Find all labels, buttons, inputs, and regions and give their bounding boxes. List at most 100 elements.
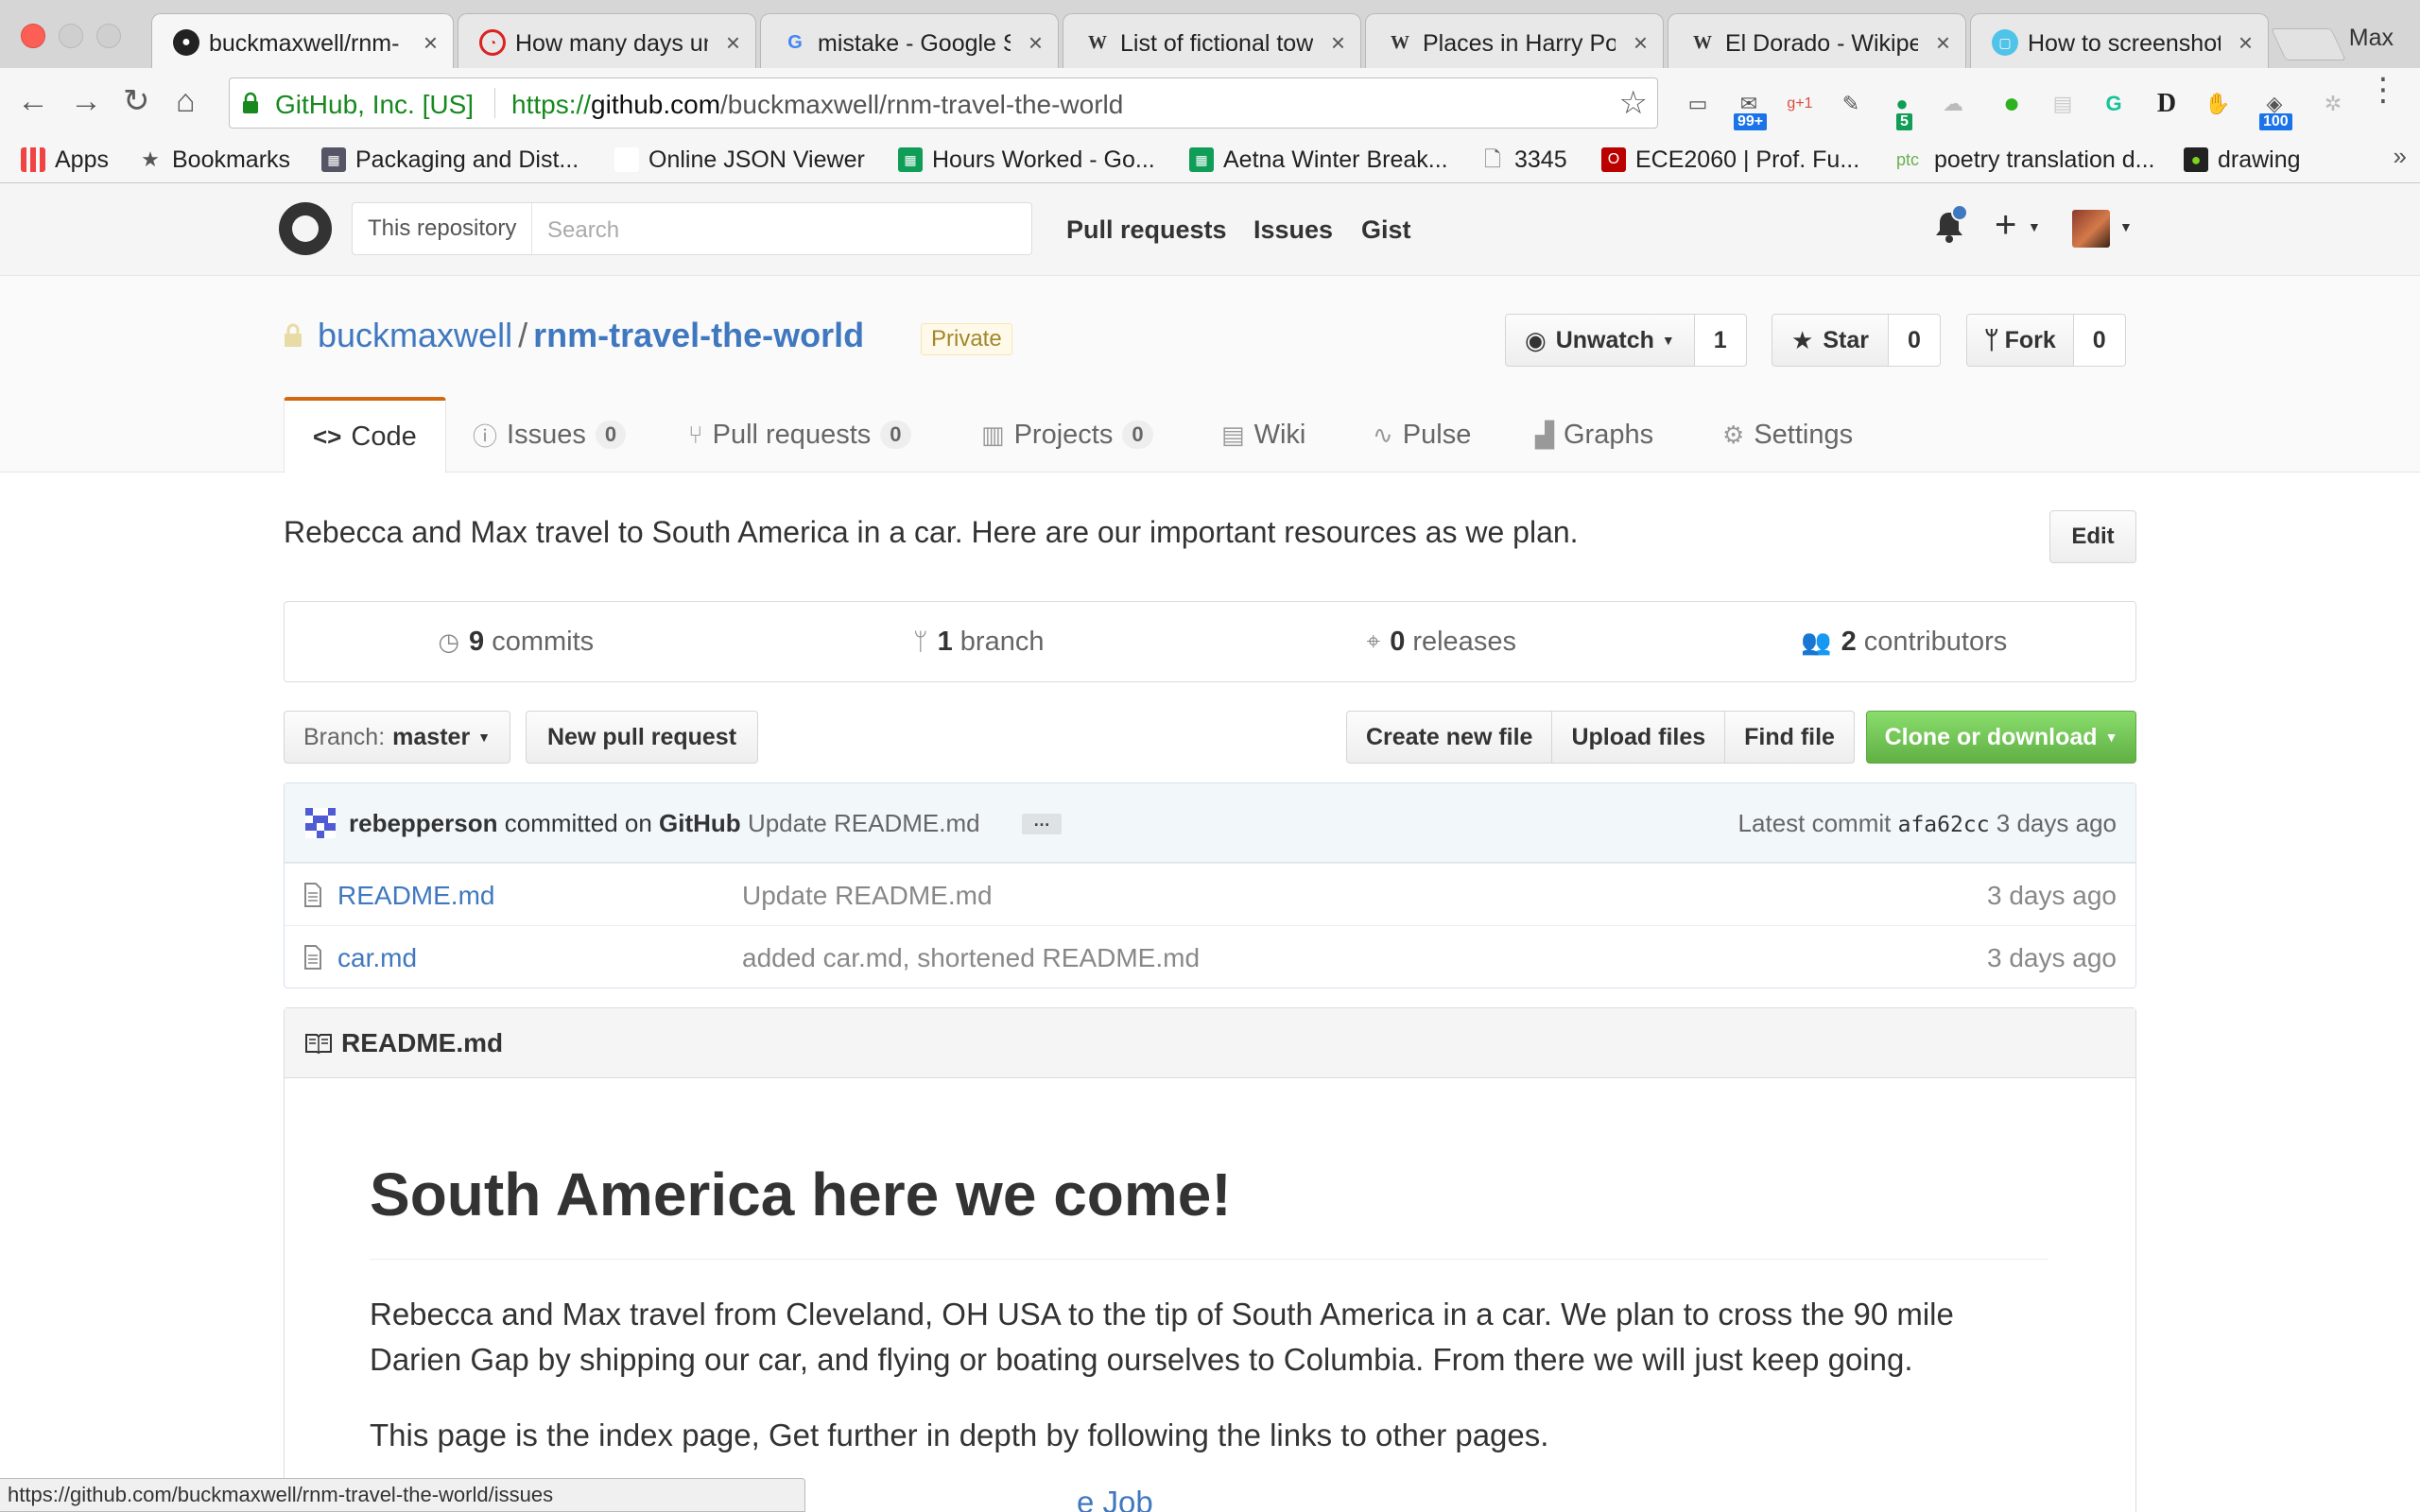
readme-link[interactable]: e Job [1077,1485,1153,1512]
bookmark-apps[interactable]: Apps [21,144,109,176]
branches-link[interactable]: ᛘ 1 branch [748,602,1211,681]
browser-tab-fictional-towns[interactable]: W List of fictional tow × [1063,13,1361,68]
create-new-icon[interactable]: + [1995,206,2016,244]
green-circle-extension-icon[interactable]: ● [1993,85,2031,123]
bookmark-folder[interactable]: ★ Bookmarks [138,144,290,176]
chevron-down-icon[interactable]: ▼ [2028,219,2041,234]
palm-extension-icon[interactable]: ✲ [2314,85,2352,123]
reload-icon[interactable]: ↻ [123,85,150,117]
reader-extension-icon[interactable]: ▤ [2044,85,2082,123]
search-input[interactable]: Search [547,217,619,244]
watch-count[interactable]: 1 [1694,314,1747,367]
cloud-extension-icon[interactable]: ☁ [1934,85,1972,123]
fork-count[interactable]: 0 [2073,314,2126,367]
browser-tab-github[interactable]: ● buckmaxwell/rnm- × [151,13,454,70]
profile-name[interactable]: Max [2349,25,2394,52]
releases-link[interactable]: ⌖ 0 releases [1210,602,1673,681]
file-commit-message-link[interactable]: Update README.md [742,881,993,911]
hangouts-extension-icon[interactable]: ● 5 [1883,85,1921,130]
close-tab-icon[interactable]: × [2238,28,2253,58]
google-plus-extension-icon[interactable]: g+1 [1781,85,1819,123]
tab-code[interactable]: <> Code [284,397,446,473]
nav-gist[interactable]: Gist [1361,215,1411,245]
tab-pulse[interactable]: ∿ Pulse [1373,397,1471,472]
tab-issues[interactable]: ⓘ Issues 0 [473,397,627,472]
bookmark-drawing[interactable]: ● drawing [2184,144,2301,176]
branch-select-button[interactable]: Branch: master ▼ [284,711,511,764]
close-tab-icon[interactable]: × [1028,28,1043,58]
file-name-link[interactable]: README.md [337,881,494,911]
bookmarks-overflow-icon[interactable]: » [2394,142,2407,171]
close-tab-icon[interactable]: × [1936,28,1950,58]
close-tab-icon[interactable]: × [1331,28,1345,58]
browser-menu-icon[interactable]: ⋮ [2367,74,2399,106]
tab-wiki[interactable]: ▤ Wiki [1221,397,1305,472]
forward-arrow-icon[interactable]: → [70,85,102,117]
tab-settings[interactable]: ⚙ Settings [1722,397,1853,472]
commit-author-link[interactable]: rebepperson [349,809,498,837]
unwatch-button[interactable]: ◉ Unwatch ▼ [1505,314,1695,367]
browser-tab-days[interactable]: ◔ How many days un × [458,13,756,68]
bookmark-ece2060[interactable]: O ECE2060 | Prof. Fu... [1601,144,1859,176]
commit-sha-link[interactable]: afa62cc [1898,813,1990,837]
tab-graphs[interactable]: ▟ Graphs [1535,397,1653,472]
url-text[interactable]: https://github.com/buckmaxwell/rnm-trave… [511,90,1123,120]
nav-issues[interactable]: Issues [1253,215,1333,245]
zoom-window-button[interactable] [96,24,121,48]
upload-files-button[interactable]: Upload files [1552,711,1726,764]
fork-button[interactable]: ᛘ Fork [1966,314,2074,367]
repo-name-link[interactable]: rnm-travel-the-world [533,316,864,354]
tab-projects[interactable]: ▥ Projects 0 [981,397,1153,472]
bookmark-aetna[interactable]: ▦ Aetna Winter Break... [1189,144,1448,176]
new-tab-button[interactable] [2271,28,2346,60]
file-name-link[interactable]: car.md [337,943,417,973]
new-pull-request-button[interactable]: New pull request [526,711,759,764]
bookmark-hours-worked[interactable]: ▦ Hours Worked - Go... [898,144,1155,176]
mail-extension-icon[interactable]: ✉ 99+ [1730,85,1768,130]
browser-tab-google[interactable]: G mistake - Google S × [760,13,1059,68]
tab-pull-requests[interactable]: ⑂ Pull requests 0 [688,397,911,472]
cast-icon[interactable]: ▭ [1679,85,1717,123]
search-box[interactable]: This repository Search [352,202,1032,255]
dictionary-extension-icon[interactable]: D [2148,85,2186,123]
user-avatar[interactable] [2072,210,2110,248]
close-tab-icon[interactable]: × [424,28,438,58]
file-commit-message-link[interactable]: added car.md, shortened README.md [742,943,1200,973]
bookmark-packaging[interactable]: ▦ Packaging and Dist... [321,144,579,176]
find-file-button[interactable]: Find file [1725,711,1855,764]
back-arrow-icon[interactable]: ← [17,85,49,117]
ev-certificate-label[interactable]: GitHub, Inc. [US] [275,90,474,120]
clone-or-download-button[interactable]: Clone or download ▼ [1866,711,2136,764]
drawing-icon: ● [2184,147,2208,172]
browser-tab-el-dorado[interactable]: W El Dorado - Wikipe × [1668,13,1966,68]
minimize-window-button[interactable] [59,24,83,48]
close-tab-icon[interactable]: × [726,28,740,58]
tool-extension-icon[interactable]: ✎ [1832,85,1870,123]
create-new-file-button[interactable]: Create new file [1346,711,1553,764]
hand-extension-icon[interactable]: ✋ [2199,85,2237,123]
bookmark-poetry[interactable]: ptc poetry translation d... [1891,144,2154,176]
close-window-button[interactable] [21,24,45,48]
browser-tab-screenshot[interactable]: ▢ How to screenshot × [1970,13,2269,68]
edit-description-button[interactable]: Edit [2049,510,2136,563]
star-button[interactable]: ★ Star [1772,314,1889,367]
counter-extension-icon[interactable]: ◈ 100 [2256,85,2293,130]
bookmark-star-icon[interactable]: ☆ [1619,84,1648,122]
bookmark-3345[interactable]: 🗋 3345 [1480,144,1566,176]
close-tab-icon[interactable]: × [1634,28,1648,58]
grammarly-icon[interactable]: G [2095,85,2133,123]
star-count[interactable]: 0 [1888,314,1941,367]
address-bar[interactable]: GitHub, Inc. [US] https://github.com/buc… [229,77,1658,129]
chevron-down-icon[interactable]: ▼ [2119,219,2133,234]
author-identicon[interactable] [305,808,336,838]
browser-tab-harry-potter[interactable]: W Places in Harry Pot × [1365,13,1664,68]
expand-commit-message-button[interactable]: … [1022,812,1062,834]
commits-link[interactable]: ◷ 9 commits [285,602,748,681]
contributors-link[interactable]: 👥 2 contributors [1673,602,2136,681]
home-icon[interactable]: ⌂ [176,85,196,117]
repo-owner-link[interactable]: buckmaxwell [318,316,512,354]
nav-pull-requests[interactable]: Pull requests [1066,215,1227,245]
commit-message-link[interactable]: Update README.md [748,809,980,837]
github-logo-icon[interactable] [279,202,332,255]
bookmark-json-viewer[interactable]: Online JSON Viewer [614,144,865,176]
